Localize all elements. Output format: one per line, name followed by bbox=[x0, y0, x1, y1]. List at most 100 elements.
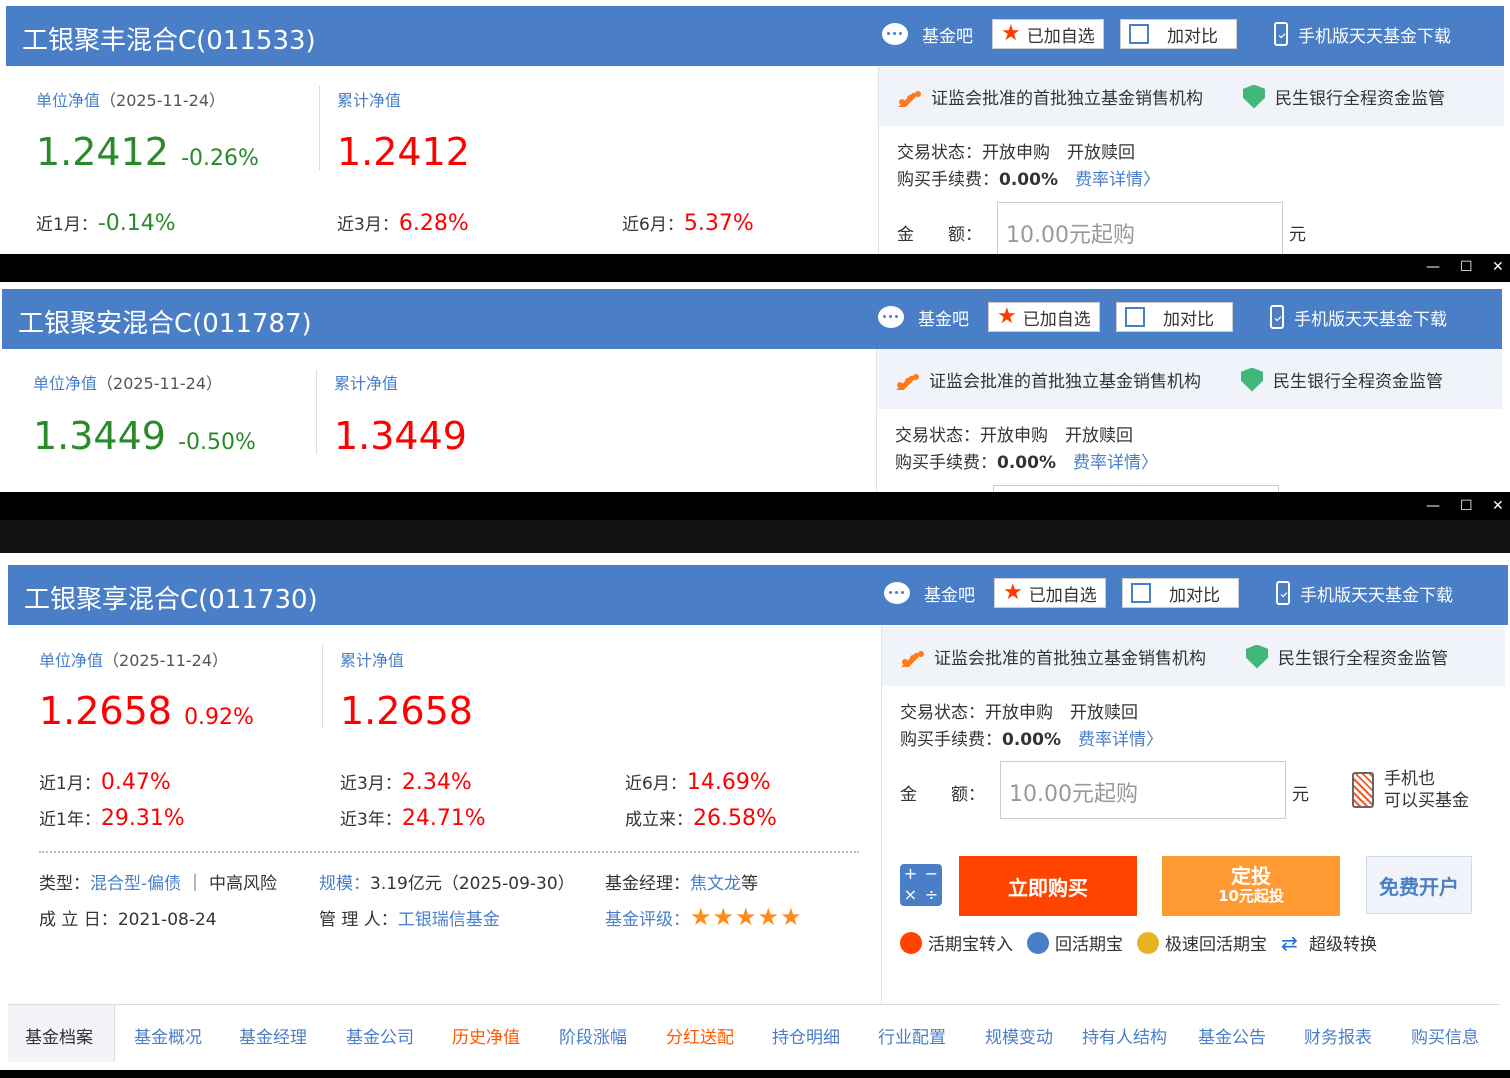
mobile-download-link[interactable]: 手机版天天基金下载 bbox=[1276, 578, 1453, 608]
manager-link[interactable]: 焦文龙 bbox=[690, 874, 741, 894]
cum-nav-label: 累计净值 bbox=[337, 91, 402, 110]
fund-bar-button[interactable]: 基金吧 bbox=[878, 302, 969, 332]
cum-nav-value: 1.2658 bbox=[340, 689, 473, 733]
fund-header: 工银聚安混合C(011787) 基金吧 ★ 已加自选 加对比 手机版天天基金下载 bbox=[2, 289, 1502, 349]
cert-csrc: 证监会批准的首批独立基金销售机构 bbox=[895, 367, 1201, 392]
fund-title: 工银聚丰混合C(011533) bbox=[22, 26, 316, 56]
cum-nav-value: 1.2412 bbox=[337, 130, 470, 174]
amount-input[interactable] bbox=[993, 485, 1279, 492]
compare-button[interactable]: 加对比 bbox=[1116, 302, 1233, 332]
fast-back-link[interactable]: 极速回活期宝 bbox=[1165, 930, 1267, 955]
perf-3m: 近3月：6.28% bbox=[337, 211, 469, 236]
amount-input[interactable]: 10.00元起购 bbox=[997, 202, 1283, 254]
purchase-fee: 购买手续费：0.00% 费率详情〉 bbox=[895, 453, 1158, 473]
open-account-button[interactable]: 免费开户 bbox=[1366, 856, 1472, 914]
tab-fund-archive[interactable]: 基金档案 bbox=[8, 1005, 115, 1062]
fund-bar-button[interactable]: 基金吧 bbox=[882, 19, 973, 49]
tab-financial-report[interactable]: 财务报表 bbox=[1304, 1023, 1372, 1048]
yuan-label: 元 bbox=[1292, 785, 1309, 805]
cum-nav-label: 累计净值 bbox=[340, 651, 405, 670]
watchlist-label: 已加自选 bbox=[1028, 585, 1097, 606]
mobile-download-label: 手机版天天基金下载 bbox=[1298, 26, 1451, 47]
tab-holder-structure[interactable]: 持有人结构 bbox=[1082, 1023, 1167, 1048]
window-titlebar: — ☐ ✕ bbox=[0, 492, 1510, 553]
close-button[interactable]: ✕ bbox=[1492, 498, 1504, 514]
buy-now-button[interactable]: 立即购买 bbox=[959, 856, 1137, 916]
compare-button[interactable]: 加对比 bbox=[1122, 578, 1239, 608]
perf-1y: 近1年：29.31% bbox=[39, 806, 185, 831]
tab-purchase-info[interactable]: 购买信息 bbox=[1411, 1023, 1479, 1048]
fee-detail-link[interactable]: 费率详情〉 bbox=[1078, 730, 1163, 750]
watchlist-button[interactable]: ★ 已加自选 bbox=[992, 19, 1104, 49]
watchlist-button[interactable]: ★ 已加自选 bbox=[988, 302, 1100, 332]
phone-download-icon bbox=[1274, 22, 1288, 46]
super-switch-icon: ⇄ bbox=[1281, 930, 1298, 955]
phone-buy-text: 手机也 可以买基金 bbox=[1384, 769, 1469, 811]
perf-since-inception: 成立来：26.58% bbox=[625, 806, 777, 831]
trade-status: 交易状态：开放申购 开放赎回 bbox=[897, 143, 1135, 163]
shield-icon bbox=[1246, 644, 1268, 669]
compare-label: 加对比 bbox=[1169, 585, 1220, 606]
unit-nav-label: 单位净值（2025-11-24） bbox=[39, 651, 229, 670]
fund-nav-tabs: 基金档案 基金概况 基金经理 基金公司 历史净值 阶段涨幅 分红送配 持仓明细 … bbox=[8, 1004, 1500, 1062]
tab-fund-overview[interactable]: 基金概况 bbox=[134, 1023, 202, 1048]
huoqibao-back-icon bbox=[1027, 931, 1049, 954]
tab-fund-manager[interactable]: 基金经理 bbox=[239, 1023, 307, 1048]
tab-holdings[interactable]: 持仓明细 bbox=[772, 1023, 840, 1048]
cum-nav-value: 1.3449 bbox=[334, 414, 467, 458]
fund-bar-button[interactable]: 基金吧 bbox=[884, 578, 975, 608]
tab-industry[interactable]: 行业配置 bbox=[878, 1023, 946, 1048]
tab-period-return[interactable]: 阶段涨幅 bbox=[559, 1023, 627, 1048]
huoqibao-in-icon bbox=[900, 931, 922, 954]
huoqibao-in-link[interactable]: 活期宝转入 bbox=[928, 930, 1013, 955]
cert-bar: 证监会批准的首批独立基金销售机构 民生银行全程资金监管 bbox=[879, 66, 1504, 126]
chat-icon bbox=[882, 23, 908, 45]
chart-icon bbox=[895, 370, 919, 390]
tab-fund-notice[interactable]: 基金公告 bbox=[1198, 1023, 1266, 1048]
cert-bar: 证监会批准的首批独立基金销售机构 民生银行全程资金监管 bbox=[877, 349, 1502, 409]
yuan-label: 元 bbox=[1289, 225, 1306, 245]
fund-header: 工银聚享混合C(011730) 基金吧 ★ 已加自选 加对比 手机版天天基金下载 bbox=[8, 565, 1508, 625]
minimize-button[interactable]: — bbox=[1426, 498, 1440, 514]
maximize-button[interactable]: ☐ bbox=[1460, 498, 1473, 514]
fund-scale: 规模：3.19亿元（2025-09-30） bbox=[319, 874, 575, 894]
super-switch-link[interactable]: 超级转换 bbox=[1309, 930, 1377, 955]
tab-dividend[interactable]: 分红送配 bbox=[666, 1023, 734, 1048]
perf-3m: 近3月：2.34% bbox=[340, 770, 472, 795]
mobile-download-label: 手机版天天基金下载 bbox=[1300, 585, 1453, 606]
huoqibao-back-link[interactable]: 回活期宝 bbox=[1055, 930, 1123, 955]
dingtou-button[interactable]: 定投 10元起投 bbox=[1162, 856, 1340, 916]
shield-icon bbox=[1241, 367, 1263, 392]
purchase-fee: 购买手续费：0.00% 费率详情〉 bbox=[897, 170, 1160, 190]
cum-nav-label: 累计净值 bbox=[334, 374, 399, 393]
tab-fund-company[interactable]: 基金公司 bbox=[346, 1023, 414, 1048]
mobile-download-link[interactable]: 手机版天天基金下载 bbox=[1270, 302, 1447, 332]
perf-6m: 近6月：5.37% bbox=[622, 211, 754, 236]
close-button[interactable]: ✕ bbox=[1492, 259, 1504, 275]
fee-detail-link[interactable]: 费率详情〉 bbox=[1073, 453, 1158, 473]
admin-link[interactable]: 工银瑞信基金 bbox=[398, 910, 500, 930]
compare-button[interactable]: 加对比 bbox=[1120, 19, 1237, 49]
tab-history-nav[interactable]: 历史净值 bbox=[452, 1023, 520, 1048]
amount-input[interactable]: 10.00元起购 bbox=[1000, 761, 1286, 819]
cert-bank: 民生银行全程资金监管 bbox=[1241, 367, 1443, 392]
minimize-button[interactable]: — bbox=[1426, 259, 1440, 275]
scale-link[interactable]: 规模： bbox=[319, 874, 370, 894]
mobile-download-link[interactable]: 手机版天天基金下载 bbox=[1274, 19, 1451, 49]
fund-bar-label: 基金吧 bbox=[922, 26, 973, 47]
divider bbox=[316, 370, 317, 454]
fund-rating: 基金评级：★★★★★ bbox=[605, 903, 803, 931]
watchlist-button[interactable]: ★ 已加自选 bbox=[994, 578, 1106, 608]
fund-type-link[interactable]: 混合型-偏债 bbox=[90, 874, 181, 894]
maximize-button[interactable]: ☐ bbox=[1460, 259, 1473, 275]
fund-manager: 基金经理：焦文龙等 bbox=[605, 874, 758, 894]
quick-links: 活期宝转入 回活期宝 极速回活期宝 ⇄ 超级转换 bbox=[900, 930, 1377, 955]
mobile-qr-icon bbox=[1352, 772, 1374, 808]
trade-panel: 证监会批准的首批独立基金销售机构 民生银行全程资金监管 交易状态：开放申购 开放… bbox=[878, 66, 1504, 254]
compare-label: 加对比 bbox=[1163, 309, 1214, 330]
calculator-icon[interactable]: + − × ÷ bbox=[900, 864, 942, 906]
perf-3y: 近3年：24.71% bbox=[340, 806, 486, 831]
fee-detail-link[interactable]: 费率详情〉 bbox=[1075, 170, 1160, 190]
checkbox-icon bbox=[1129, 24, 1149, 44]
tab-scale-change[interactable]: 规模变动 bbox=[985, 1023, 1053, 1048]
